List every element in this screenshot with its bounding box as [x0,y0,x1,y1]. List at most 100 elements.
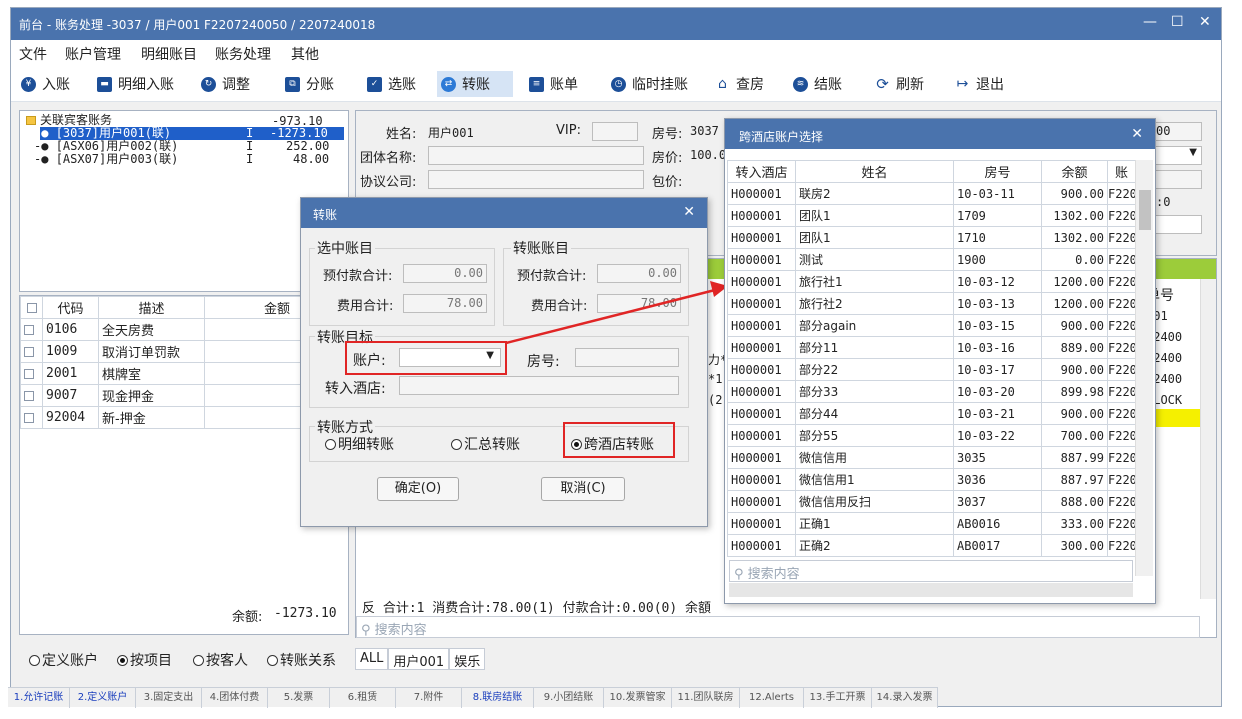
temp-charge-button[interactable]: ◷ 临时挂账 [607,71,692,97]
row-checkbox[interactable] [24,346,34,357]
extra-field-2[interactable] [1152,170,1202,189]
selected-prepay-field[interactable]: 0.00 [403,264,487,283]
table-row[interactable]: H000001部分again10-03-15900.00F2201 [727,314,1136,337]
view-mode-relation[interactable]: 转账关系 [267,650,336,670]
refresh-button[interactable]: ⟳ 刷新 [871,71,928,97]
tab-lease[interactable]: 6.租赁 [330,688,396,708]
select-all-checkbox[interactable] [26,302,37,313]
scrollbar[interactable] [1135,160,1153,576]
bill-button[interactable]: ≡ 账单 [525,71,582,97]
tab-group-pay[interactable]: 4.团体付费 [202,688,268,708]
scrollbar-thumb[interactable] [1139,190,1151,230]
menu-file[interactable]: 文件 [19,44,47,64]
row-checkbox[interactable] [24,324,34,335]
view-mode-by-guest[interactable]: 按客人 [193,650,248,670]
table-row[interactable]: H000001部分1110-03-16889.00F2201 [727,336,1136,359]
tab-invoice[interactable]: 5.发票 [268,688,330,708]
scrollbar[interactable] [1200,279,1216,599]
view-mode-define[interactable]: 定义账户 [29,650,98,670]
table-row[interactable]: H000001旅行社110-03-121200.00F2201 [727,270,1136,293]
extra-dropdown[interactable]: ▼ [1152,146,1202,165]
ok-button[interactable]: 确定(O) [377,477,459,501]
tab-small-group[interactable]: 9.小团结账 [534,688,604,708]
tab-linked-checkout[interactable]: 8.联房结账 [462,688,534,708]
room-no-field[interactable] [575,348,679,367]
tab-entertainment[interactable]: 娱乐 [449,648,486,670]
transfer-icon: ⇄ [441,76,456,92]
col-room[interactable]: 房号 [953,160,1042,183]
table-row[interactable]: H000001正确2AB0017300.00F2201 [727,534,1136,557]
row-checkbox[interactable] [24,390,34,401]
adjust-button[interactable]: ↻ 调整 [197,71,254,97]
table-row[interactable]: H000001部分3310-03-20899.98F2201 [727,380,1136,403]
col-target-hotel[interactable]: 转入酒店 [727,160,796,183]
close-icon[interactable]: ✕ [1199,14,1211,30]
row-checkbox[interactable] [24,412,34,423]
price-value: 100.0 [690,148,727,162]
tab-invoice-manager[interactable]: 10.发票管家 [604,688,672,708]
exit-button[interactable]: ↦ 退出 [951,71,1008,97]
tab-team-linked[interactable]: 11.团队联房 [672,688,740,708]
tree-item[interactable]: -● [ASX07]用户003(联) [34,153,178,166]
name-cell: 部分again [795,314,954,337]
table-row[interactable]: H000001旅行社210-03-131200.00F2201 [727,292,1136,315]
extra-field[interactable]: 00 [1152,122,1202,141]
extra-field-3[interactable] [1152,215,1202,234]
search-input[interactable]: ⚲ 搜索内容 [356,616,1200,638]
split-button[interactable]: ⧉ 分账 [281,71,338,97]
menu-detail-items[interactable]: 明细账目 [141,44,197,64]
table-row[interactable]: H000001团队117101302.00F2201 [727,226,1136,249]
transfer-button[interactable]: ⇄ 转账 [437,71,513,97]
table-row[interactable]: H000001微信信用反扫3037888.00F2201 [727,490,1136,513]
method-detail-radio[interactable]: 明细转账 [325,434,394,454]
tab-allow-charge[interactable]: 1.允许记账 [8,688,70,708]
table-row[interactable]: H000001正确1AB0016333.00F2201 [727,512,1136,535]
col-account[interactable]: 账 [1107,160,1136,183]
target-prepay-field[interactable]: 0.00 [597,264,681,283]
tab-attachment[interactable]: 7.附件 [396,688,462,708]
tab-manual-invoice[interactable]: 13.手工开票 [804,688,872,708]
target-hotel-field[interactable] [399,376,679,395]
col-balance[interactable]: 余额 [1041,160,1108,183]
close-icon[interactable]: ✕ [683,204,695,220]
menu-other[interactable]: 其他 [291,44,319,64]
checkout-button[interactable]: ≋ 结账 [789,71,846,97]
tab-all[interactable]: ALL [355,648,389,670]
table-row[interactable]: H000001联房210-03-11900.00F2201 [727,182,1136,205]
tab-define-account[interactable]: 2.定义账户 [70,688,136,708]
horizontal-scrollbar[interactable] [729,583,1133,597]
method-summary-radio[interactable]: 汇总转账 [451,434,520,454]
col-desc[interactable]: 描述 [98,296,205,319]
menu-account-management[interactable]: 账户管理 [65,44,121,64]
col-code[interactable]: 代码 [42,296,99,319]
post-button[interactable]: ¥ 入账 [17,71,74,97]
row-checkbox[interactable] [24,368,34,379]
company-field[interactable] [428,170,644,189]
group-field[interactable] [428,146,644,165]
tab-fixed-expense[interactable]: 3.固定支出 [136,688,202,708]
hotel-search-input[interactable]: ⚲ 搜索内容 [729,560,1133,582]
check-room-button[interactable]: ⌂ 查房 [711,71,768,97]
maximize-icon[interactable]: ☐ [1171,14,1184,30]
close-icon[interactable]: ✕ [1131,126,1143,142]
tab-user001[interactable]: 用户001 [388,648,450,670]
selected-fee-field[interactable]: 78.00 [403,294,487,313]
cancel-button[interactable]: 取消(C) [541,477,625,501]
menu-accounting[interactable]: 账务处理 [215,44,271,64]
table-row[interactable]: H000001部分5510-03-22700.00F2201 [727,424,1136,447]
minimize-icon[interactable]: — [1143,14,1157,30]
table-row[interactable]: H000001微信信用3035887.99F2201 [727,446,1136,469]
tab-enter-invoice[interactable]: 14.录入发票 [872,688,938,708]
target-fee-field[interactable]: 78.00 [597,294,681,313]
table-row[interactable]: H000001部分4410-03-21900.00F2201 [727,402,1136,425]
table-row[interactable]: H000001团队117091302.00F2201 [727,204,1136,227]
select-button[interactable]: ✓ 选账 [363,71,420,97]
col-name[interactable]: 姓名 [795,160,954,183]
table-row[interactable]: H000001部分2210-03-17900.00F2201 [727,358,1136,381]
tab-alerts[interactable]: 12.Alerts [740,688,804,708]
vip-field[interactable] [592,122,638,141]
detail-post-button[interactable]: ▬ 明细入账 [93,71,178,97]
table-row[interactable]: H000001微信信用13036887.97F2201 [727,468,1136,491]
table-row[interactable]: H000001测试19000.00F2201 [727,248,1136,271]
view-mode-by-item[interactable]: 按项目 [117,650,172,670]
